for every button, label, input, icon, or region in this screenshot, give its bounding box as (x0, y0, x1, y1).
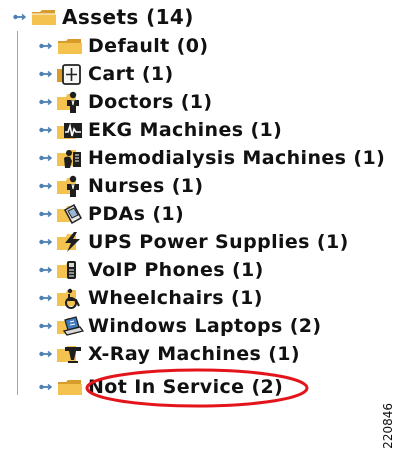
tree-item-label: X-Ray Machines (1) (88, 342, 301, 365)
tree-item-ups-power-supplies[interactable]: UPS Power Supplies (1) (34, 228, 349, 256)
tree-item-label: Cart (1) (88, 62, 174, 85)
tree-item-not-in-service[interactable]: Not In Service (2) (34, 373, 283, 401)
tree-item-x-ray-machines[interactable]: X-Ray Machines (1) (34, 340, 300, 368)
expand-arrow-icon[interactable] (34, 176, 56, 196)
tree-item-cart[interactable]: Cart (1) (34, 60, 174, 88)
expand-arrow-icon[interactable] (34, 232, 56, 252)
windows-laptop-icon (56, 314, 84, 338)
tree-guide-line (17, 31, 18, 395)
expand-arrow-icon[interactable] (8, 7, 30, 27)
expand-arrow-icon[interactable] (34, 260, 56, 280)
voip-phone-icon (56, 258, 84, 282)
tree-item-label: Nurses (1) (88, 174, 204, 197)
tree-item-label: Not In Service (2) (88, 375, 284, 398)
tree-item-label: PDAs (1) (88, 202, 185, 225)
tree-item-label: Wheelchairs (1) (88, 286, 263, 309)
tree-item-label: UPS Power Supplies (1) (88, 230, 349, 253)
tree-item-label: Default (0) (88, 34, 209, 57)
doctor-icon (56, 90, 84, 114)
pda-icon (56, 202, 84, 226)
cart-icon (56, 62, 84, 86)
tree-item-windows-laptops[interactable]: Windows Laptops (2) (34, 312, 322, 340)
expand-arrow-icon[interactable] (34, 204, 56, 224)
tree-item-doctors[interactable]: Doctors (1) (34, 88, 213, 116)
tree-root-assets[interactable]: Assets (14) (8, 3, 194, 31)
tree-item-default[interactable]: Default (0) (34, 32, 208, 60)
ups-power-supply-icon (56, 230, 84, 254)
tree-root-label: Assets (14) (62, 5, 194, 29)
tree-item-label: EKG Machines (1) (88, 118, 283, 141)
tree-item-pdas[interactable]: PDAs (1) (34, 200, 184, 228)
wheelchair-icon (56, 286, 84, 310)
tree-item-label: Doctors (1) (88, 90, 213, 113)
folder-icon (56, 36, 84, 56)
tree-item-label: Hemodialysis Machines (1) (88, 146, 386, 169)
expand-arrow-icon[interactable] (34, 288, 56, 308)
tree-item-hemodialysis-machines[interactable]: Hemodialysis Machines (1) (34, 144, 385, 172)
expand-arrow-icon[interactable] (34, 36, 56, 56)
figure-id: 220846 (381, 403, 395, 449)
x-ray-machine-icon (56, 342, 84, 366)
ekg-machine-icon (56, 118, 84, 142)
expand-arrow-icon[interactable] (34, 120, 56, 140)
tree-item-label: VoIP Phones (1) (88, 258, 264, 281)
tree-item-label: Windows Laptops (2) (88, 314, 322, 337)
expand-arrow-icon[interactable] (34, 148, 56, 168)
tree-item-wheelchairs[interactable]: Wheelchairs (1) (34, 284, 263, 312)
folder-icon (56, 377, 84, 397)
nurse-icon (56, 174, 84, 198)
tree-item-voip-phones[interactable]: VoIP Phones (1) (34, 256, 264, 284)
asset-tree: Assets (14) Default (0) Cart (1) Doctors… (0, 0, 401, 449)
folder-icon (30, 7, 58, 27)
expand-arrow-icon[interactable] (34, 92, 56, 112)
expand-arrow-icon[interactable] (34, 64, 56, 84)
expand-arrow-icon[interactable] (34, 316, 56, 336)
tree-item-ekg-machines[interactable]: EKG Machines (1) (34, 116, 282, 144)
hemodialysis-machine-icon (56, 146, 84, 170)
tree-item-nurses[interactable]: Nurses (1) (34, 172, 204, 200)
expand-arrow-icon[interactable] (34, 377, 56, 397)
expand-arrow-icon[interactable] (34, 344, 56, 364)
